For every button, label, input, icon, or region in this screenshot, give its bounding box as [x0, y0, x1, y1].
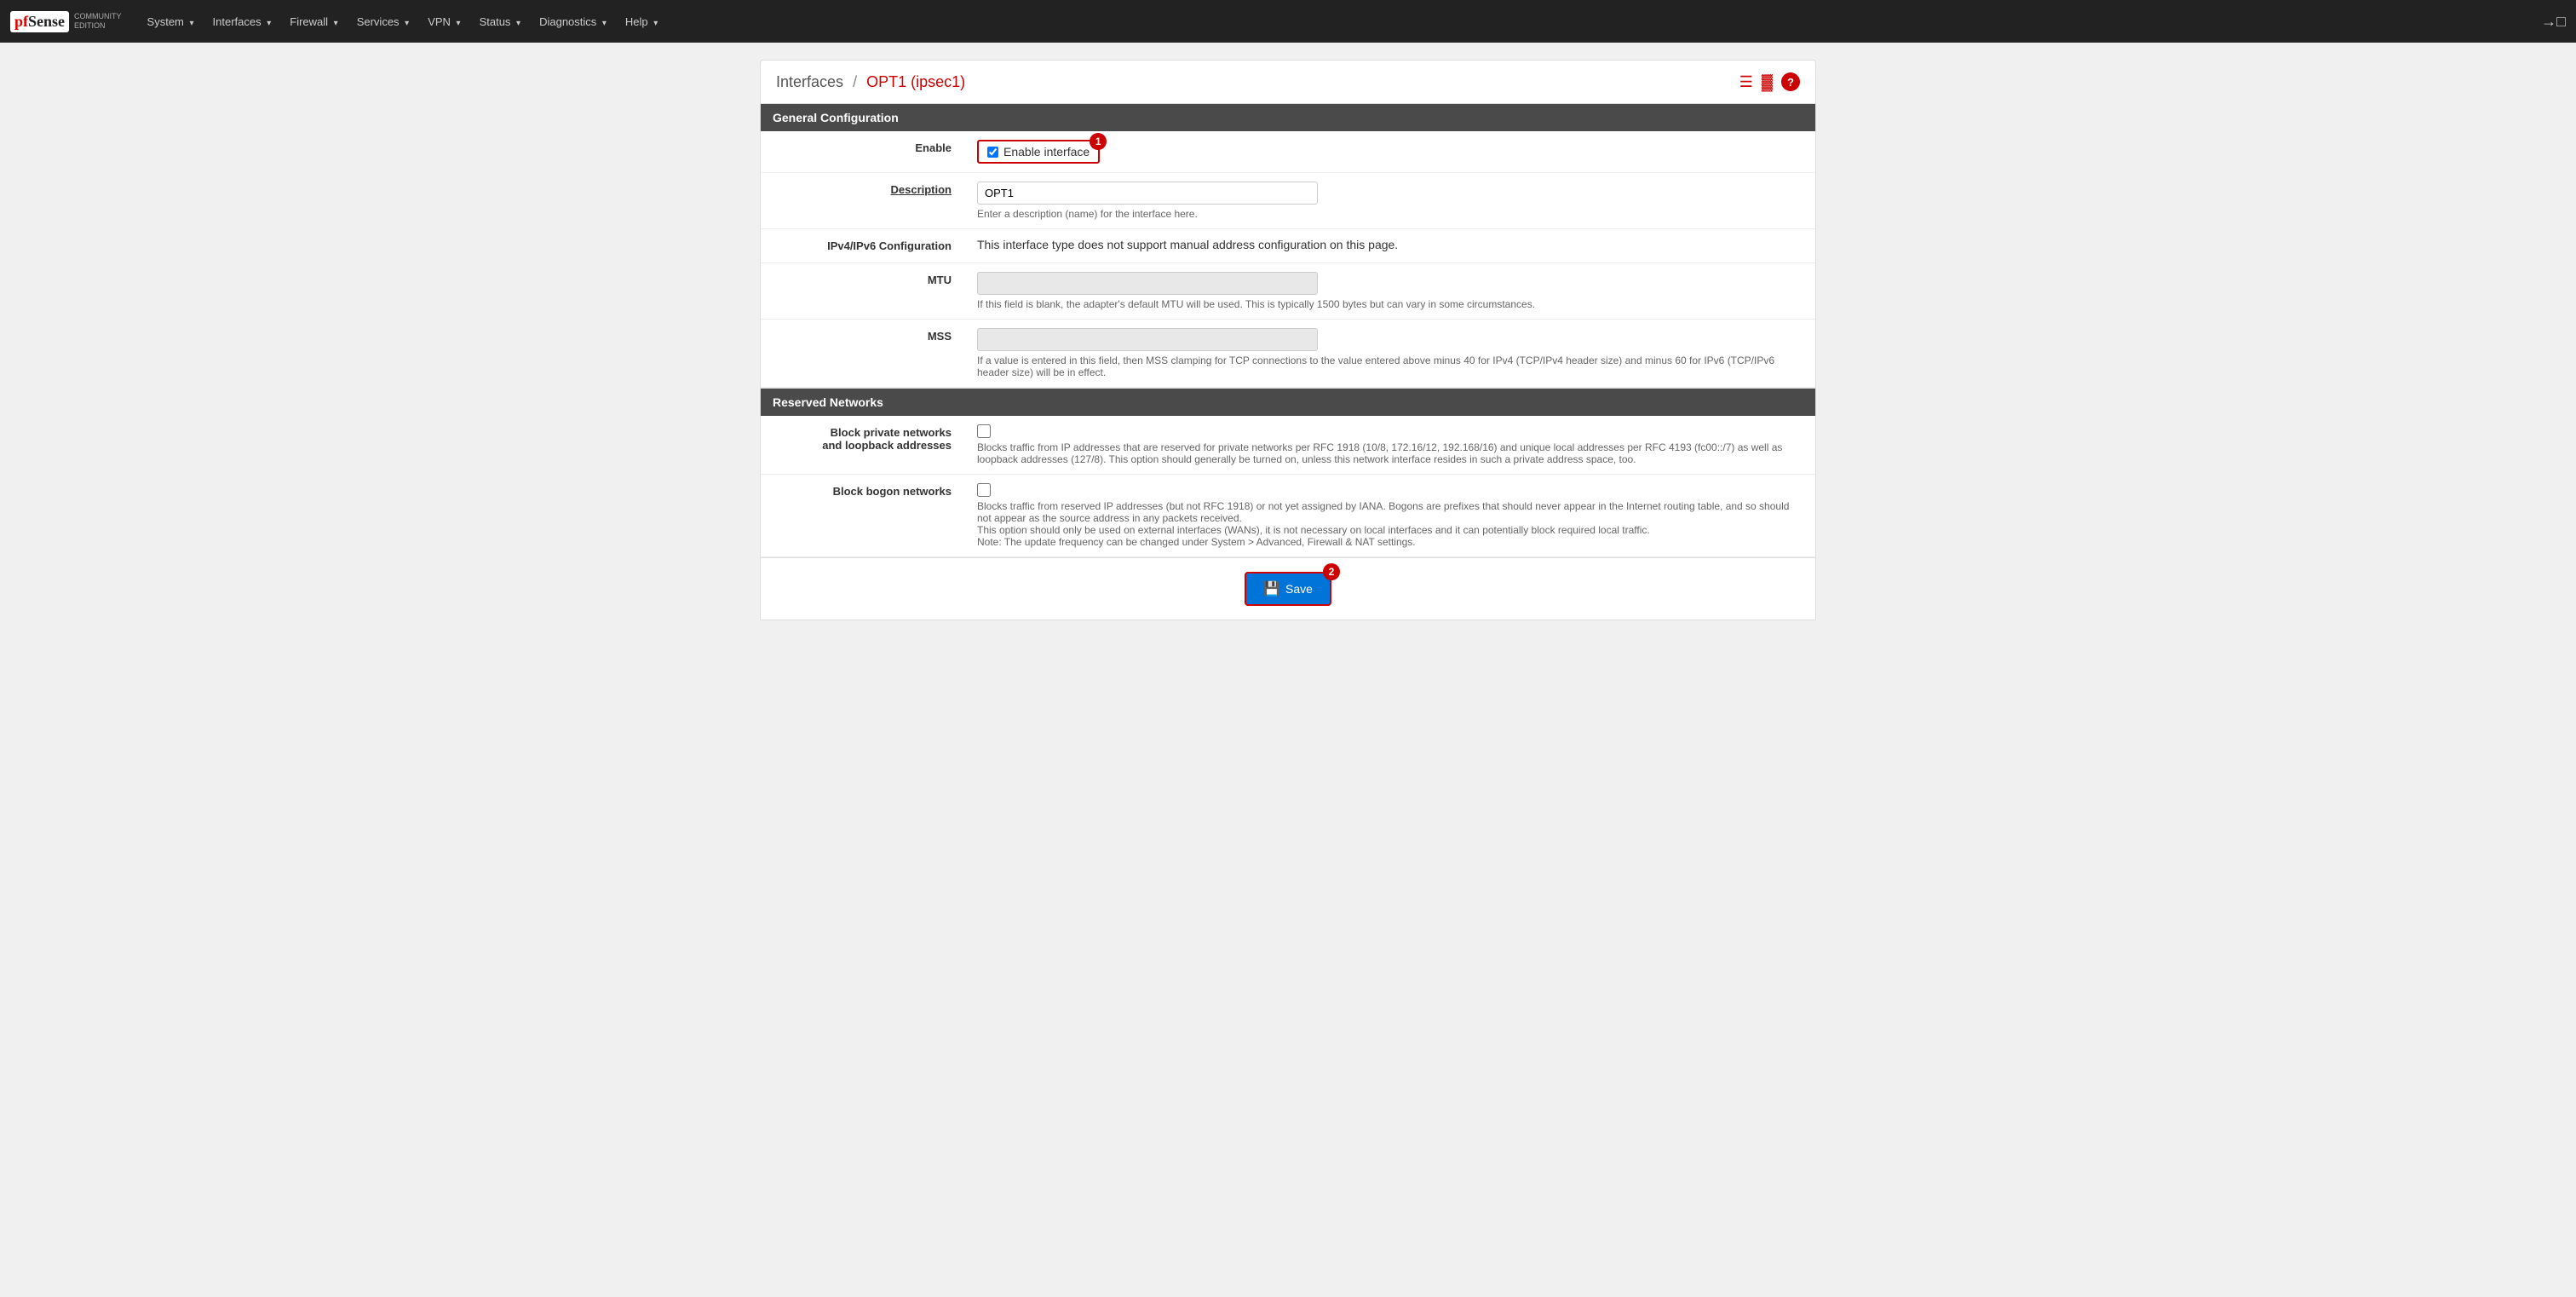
- enable-interface-label: Enable interface: [1003, 145, 1090, 159]
- mtu-value-cell: If this field is blank, the adapter's de…: [965, 263, 1815, 320]
- nav-item-interfaces[interactable]: Interfaces ▾: [204, 12, 280, 32]
- logout-icon[interactable]: →□: [2541, 13, 2566, 31]
- enable-label: Enable: [761, 131, 965, 173]
- reserved-networks-header: Reserved Networks: [761, 389, 1815, 416]
- enable-interface-wrapper: Enable interface 1: [977, 140, 1100, 164]
- mtu-input[interactable]: [977, 272, 1318, 295]
- breadcrumb: Interfaces / OPT1 (ipsec1): [776, 73, 965, 91]
- badge-1: 1: [1090, 133, 1107, 150]
- block-private-hint: Blocks traffic from IP addresses that ar…: [977, 441, 1803, 465]
- block-bogon-label: Block bogon networks: [761, 475, 965, 557]
- general-config-table: Enable Enable interface 1 Description En…: [761, 131, 1815, 388]
- block-private-row: Block private networks and loopback addr…: [761, 416, 1815, 475]
- save-icon: 💾: [1263, 580, 1280, 597]
- description-hint: Enter a description (name) for the inter…: [977, 208, 1803, 220]
- reserved-networks-table: Block private networks and loopback addr…: [761, 416, 1815, 557]
- save-button[interactable]: 💾 Save: [1245, 572, 1331, 606]
- block-private-value-cell: Blocks traffic from IP addresses that ar…: [965, 416, 1815, 475]
- nav-item-diagnostics[interactable]: Diagnostics ▾: [531, 12, 615, 32]
- brand: pfSense COMMUNITYEDITION: [10, 11, 122, 32]
- mss-value-cell: If a value is entered in this field, the…: [965, 320, 1815, 388]
- description-row: Description Enter a description (name) f…: [761, 173, 1815, 229]
- ipv4-ipv6-label: IPv4/IPv6 Configuration: [761, 229, 965, 263]
- navbar: pfSense COMMUNITYEDITION System ▾ Interf…: [0, 0, 2576, 43]
- description-value-cell: Enter a description (name) for the inter…: [965, 173, 1815, 229]
- mss-label: MSS: [761, 320, 965, 388]
- mss-row: MSS If a value is entered in this field,…: [761, 320, 1815, 388]
- page-header-icons: ☰ ▓ ?: [1739, 72, 1800, 91]
- nav-item-services[interactable]: Services ▾: [348, 12, 418, 32]
- breadcrumb-parent: Interfaces: [776, 73, 843, 90]
- enable-value-cell: Enable interface 1: [965, 131, 1815, 173]
- block-bogon-row: Block bogon networks Blocks traffic from…: [761, 475, 1815, 557]
- nav-item-firewall[interactable]: Firewall ▾: [281, 12, 346, 32]
- save-button-wrapper: 💾 Save 2: [1245, 572, 1331, 606]
- ipv4-ipv6-text: This interface type does not support man…: [965, 229, 1815, 263]
- block-bogon-hint: Blocks traffic from reserved IP addresse…: [977, 500, 1803, 548]
- general-config-header: General Configuration: [761, 104, 1815, 131]
- block-bogon-value-cell: Blocks traffic from reserved IP addresse…: [965, 475, 1815, 557]
- mtu-hint: If this field is blank, the adapter's de…: [977, 298, 1803, 310]
- enable-row: Enable Enable interface 1: [761, 131, 1815, 173]
- save-area: 💾 Save 2: [760, 558, 1816, 620]
- block-bogon-checkbox[interactable]: [977, 483, 991, 497]
- list-icon[interactable]: ☰: [1739, 73, 1753, 91]
- nav-item-system[interactable]: System ▾: [139, 12, 203, 32]
- mtu-row: MTU If this field is blank, the adapter'…: [761, 263, 1815, 320]
- mss-hint: If a value is entered in this field, the…: [977, 355, 1803, 378]
- badge-2: 2: [1323, 563, 1340, 580]
- mss-input[interactable]: [977, 328, 1318, 351]
- breadcrumb-current: OPT1 (ipsec1): [866, 73, 965, 90]
- mtu-label: MTU: [761, 263, 965, 320]
- save-label: Save: [1285, 582, 1313, 596]
- breadcrumb-separator: /: [853, 73, 857, 90]
- block-private-label: Block private networks and loopback addr…: [761, 416, 965, 475]
- nav-menu: System ▾ Interfaces ▾ Firewall ▾ Service…: [139, 12, 2542, 32]
- block-private-checkbox[interactable]: [977, 424, 991, 438]
- block-private-checkbox-row: [977, 424, 1803, 438]
- ipv4-ipv6-row: IPv4/IPv6 Configuration This interface t…: [761, 229, 1815, 263]
- reserved-networks-section: Reserved Networks Block private networks…: [760, 389, 1816, 558]
- enable-interface-checkbox[interactable]: [987, 147, 998, 158]
- chart-icon[interactable]: ▓: [1762, 73, 1773, 91]
- nav-item-help[interactable]: Help ▾: [617, 12, 666, 32]
- help-icon[interactable]: ?: [1781, 72, 1800, 91]
- description-label: Description: [761, 173, 965, 229]
- general-config-section: General Configuration Enable Enable inte…: [760, 104, 1816, 389]
- nav-item-vpn[interactable]: VPN ▾: [419, 12, 469, 32]
- logo: pfSense: [10, 11, 69, 32]
- nav-item-status[interactable]: Status ▾: [471, 12, 530, 32]
- page-header: Interfaces / OPT1 (ipsec1) ☰ ▓ ?: [760, 60, 1816, 104]
- description-input[interactable]: [977, 182, 1318, 205]
- block-bogon-checkbox-row: [977, 483, 1803, 497]
